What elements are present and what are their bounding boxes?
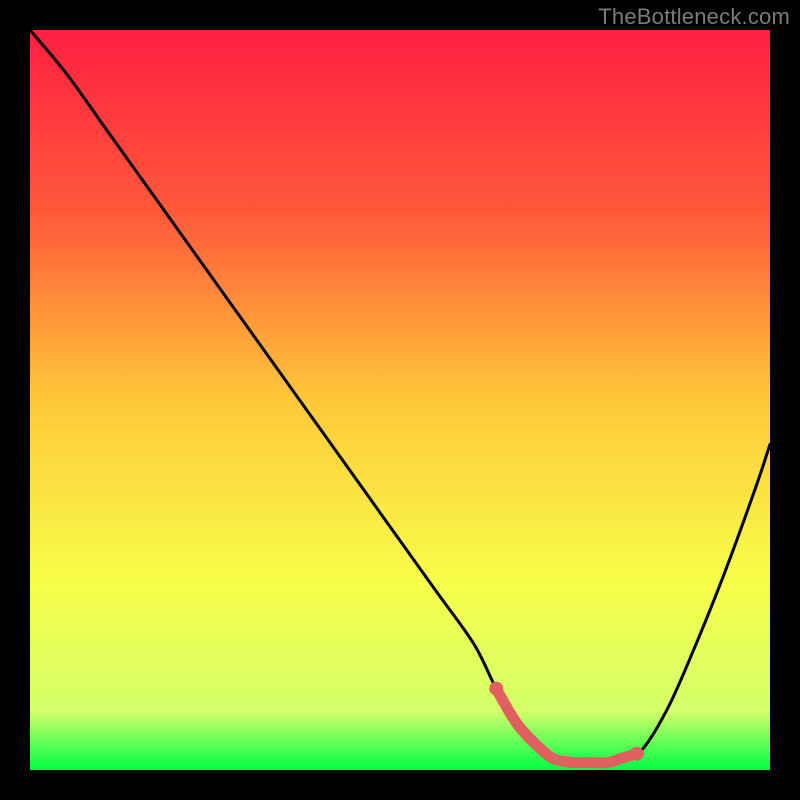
chart-svg: [30, 30, 770, 770]
chart-frame: TheBottleneck.com: [0, 0, 800, 800]
watermark-text: TheBottleneck.com: [598, 4, 790, 30]
highlight-endpoint-1: [630, 747, 644, 761]
gradient-background: [30, 30, 770, 770]
chart-plot: [30, 30, 770, 770]
highlight-endpoint-0: [489, 682, 503, 696]
